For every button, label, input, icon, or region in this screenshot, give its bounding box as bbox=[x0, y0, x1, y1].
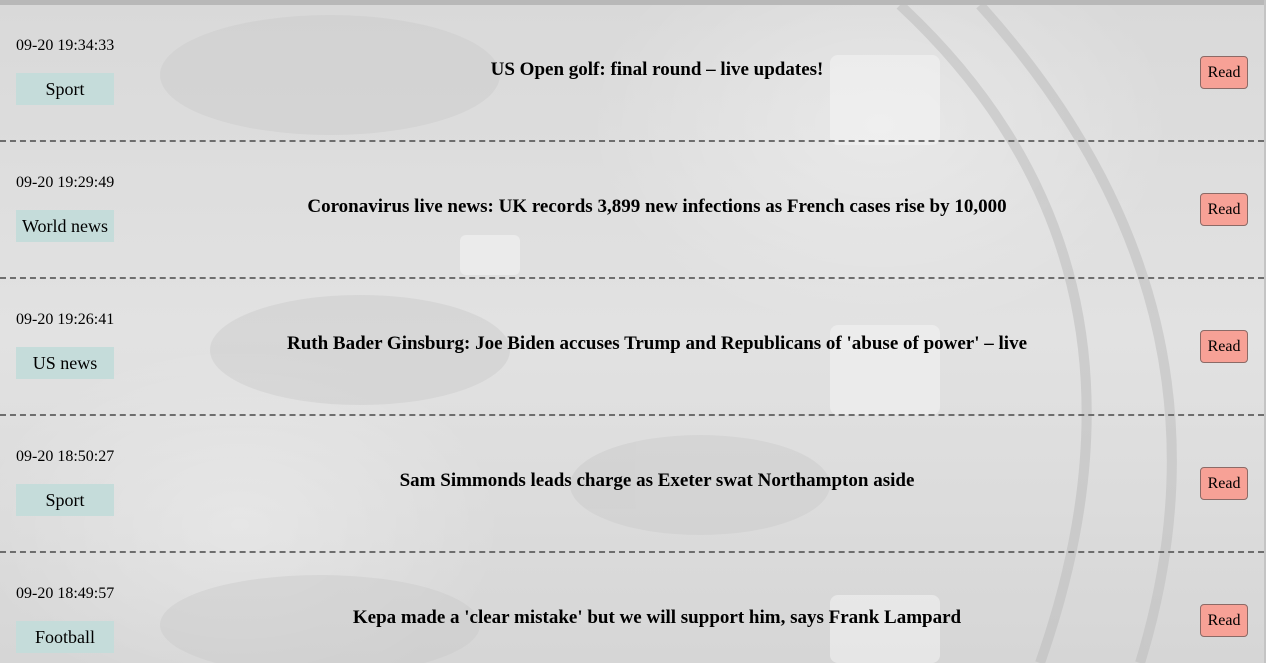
news-headline: US Open golf: final round – live updates… bbox=[490, 59, 824, 80]
news-timestamp: 09-20 18:49:57 bbox=[16, 585, 115, 602]
news-item: 09-20 19:29:49 World news Coronavirus li… bbox=[0, 142, 1264, 279]
news-timestamp: 09-20 18:50:27 bbox=[16, 448, 115, 465]
category-badge: World news bbox=[16, 210, 114, 242]
category-badge: Football bbox=[16, 621, 114, 653]
news-headline: Ruth Bader Ginsburg: Joe Biden accuses T… bbox=[286, 333, 1028, 354]
news-timestamp: 09-20 19:29:49 bbox=[16, 174, 115, 191]
read-button[interactable]: Read bbox=[1200, 193, 1248, 226]
news-item: 09-20 19:34:33 Sport US Open golf: final… bbox=[0, 5, 1264, 142]
news-timestamp: 09-20 19:34:33 bbox=[16, 37, 115, 54]
category-badge: Sport bbox=[16, 484, 114, 516]
category-badge: US news bbox=[16, 347, 114, 379]
news-headline: Sam Simmonds leads charge as Exeter swat… bbox=[399, 470, 915, 491]
read-button[interactable]: Read bbox=[1200, 330, 1248, 363]
news-headline: Coronavirus live news: UK records 3,899 … bbox=[307, 196, 1007, 217]
news-item: 09-20 18:50:27 Sport Sam Simmonds leads … bbox=[0, 416, 1264, 553]
read-button[interactable]: Read bbox=[1200, 56, 1248, 89]
news-timestamp: 09-20 19:26:41 bbox=[16, 311, 115, 328]
news-item: 09-20 18:49:57 Football Kepa made a 'cle… bbox=[0, 553, 1264, 663]
news-list: 09-20 19:34:33 Sport US Open golf: final… bbox=[0, 5, 1264, 663]
news-headline: Kepa made a 'clear mistake' but we will … bbox=[352, 607, 962, 628]
read-button[interactable]: Read bbox=[1200, 467, 1248, 500]
category-badge: Sport bbox=[16, 73, 114, 105]
news-item: 09-20 19:26:41 US news Ruth Bader Ginsbu… bbox=[0, 279, 1264, 416]
read-button[interactable]: Read bbox=[1200, 604, 1248, 637]
